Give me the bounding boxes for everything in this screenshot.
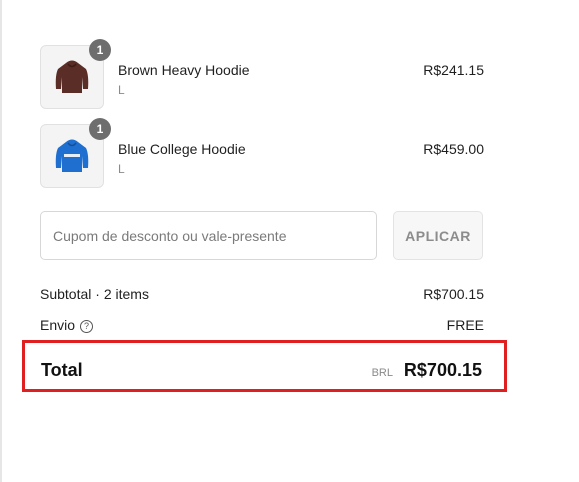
quantity-badge: 1: [89, 39, 111, 61]
total-row-highlight: Total BRL R$700.15: [22, 340, 507, 392]
cart-item-blue-college-hoodie[interactable]: 1 Blue College Hoodie L R$459.00: [40, 118, 484, 188]
coupon-input[interactable]: [40, 211, 377, 260]
item-variant: L: [118, 162, 125, 176]
subtotal-value: R$700.15: [423, 286, 484, 302]
item-name: Brown Heavy Hoodie: [118, 62, 250, 78]
shipping-value: FREE: [446, 317, 484, 333]
cart-item-brown-heavy-hoodie[interactable]: 1 Brown Heavy Hoodie L R$241.15: [40, 39, 484, 109]
left-divider: [0, 0, 2, 482]
total-label: Total: [41, 360, 83, 380]
shipping-label-wrap: Envio?: [40, 317, 94, 333]
brown-hoodie-icon: [55, 60, 89, 93]
apply-coupon-button[interactable]: APLICAR: [393, 211, 483, 260]
item-variant: L: [118, 83, 125, 97]
item-name: Blue College Hoodie: [118, 141, 246, 157]
item-price: R$241.15: [423, 62, 484, 78]
shipping-row: Envio? FREE: [40, 317, 484, 337]
currency-code: BRL: [371, 367, 393, 379]
subtotal-row: Subtotal · 2 items R$700.15: [40, 286, 484, 306]
quantity-badge: 1: [89, 118, 111, 140]
total-value: R$700.15: [403, 360, 482, 380]
item-price: R$459.00: [423, 141, 484, 157]
subtotal-label: Subtotal · 2 items: [40, 286, 149, 302]
blue-hoodie-icon: [55, 139, 89, 172]
help-icon[interactable]: ?: [80, 319, 94, 333]
shipping-label: Envio: [40, 317, 76, 333]
